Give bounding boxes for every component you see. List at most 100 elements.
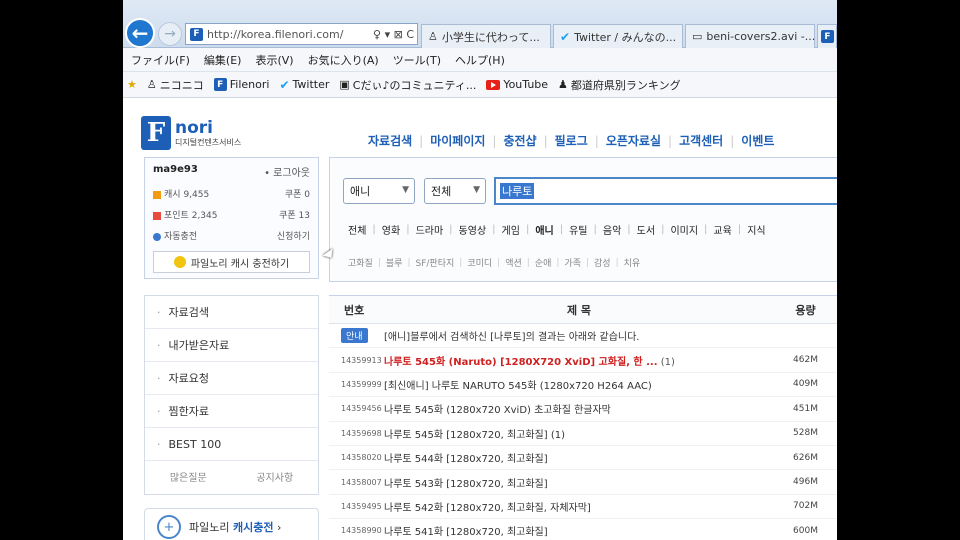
stat-value: 0 — [304, 190, 310, 200]
cash-charge-banner[interactable]: + 파일노리 캐시충전 › — [144, 508, 319, 540]
subcat[interactable]: 코미디 — [467, 256, 492, 269]
subcat[interactable]: 고화질 — [348, 256, 373, 269]
coin-icon — [173, 256, 186, 268]
side-item-downloads[interactable]: · 내가받은자료 — [145, 329, 318, 362]
row-title[interactable]: 나루토 544화 [1280x720, 최고화질] — [384, 454, 548, 465]
favorite-community[interactable]: ▣ Cだぃ♪のコミュニティ... — [339, 77, 476, 93]
category-select[interactable]: 애니 ▼ — [343, 178, 415, 204]
row-title[interactable]: 나루토 545화 (1280x720 XviD) 초고화질 한글자막 — [384, 405, 611, 416]
cat-util[interactable]: 유틸 — [569, 222, 587, 237]
side-item-search[interactable]: · 자료검색 — [145, 296, 318, 329]
nav-customer-center[interactable]: 고객센터 — [679, 132, 723, 149]
menu-edit[interactable]: 編集(E) — [204, 52, 242, 68]
nav-open-archive[interactable]: 오픈자료실 — [606, 132, 661, 149]
favorite-niconico[interactable]: ♙ ニコニコ — [147, 77, 204, 93]
table-row[interactable]: 14359913 나루토 545화 (Naruto) [1280X720 Xvi… — [329, 348, 837, 373]
nav-event[interactable]: 이벤트 — [741, 132, 774, 149]
cat-all[interactable]: 전체 — [348, 222, 366, 237]
stat-label: 쿠폰 — [279, 211, 296, 221]
scope-select[interactable]: 전체 ▼ — [424, 178, 486, 204]
cat-book[interactable]: 도서 — [637, 222, 655, 237]
forward-arrow-icon[interactable]: → — [158, 22, 182, 46]
table-row[interactable]: 14359999 [최신애니] 나루토 NARUTO 545화 (1280x72… — [329, 373, 837, 398]
subcat[interactable]: 가족 — [564, 256, 581, 269]
subcat[interactable]: 액션 — [505, 256, 522, 269]
stat-label: 자동충전 — [164, 232, 198, 242]
nav-search[interactable]: 자료검색 — [368, 132, 412, 149]
favorite-twitter[interactable]: ✔ Twitter — [279, 78, 329, 92]
menu-favorites[interactable]: お気に入り(A) — [308, 52, 379, 68]
pin-icon: ♟ — [558, 78, 568, 91]
side-item-wishlist[interactable]: · 찜한자료 — [145, 395, 318, 428]
cat-knowledge[interactable]: 지식 — [747, 222, 765, 237]
subcat[interactable]: 블루 — [386, 256, 403, 269]
subcat[interactable]: SF/판타지 — [416, 256, 455, 269]
address-bar[interactable]: F http://korea.filenori.com/ ♀ ▾ ⊠ C — [185, 23, 418, 45]
top-navigation: 자료검색 | 마이페이지 | 충전샵 | 필로그 | 오픈자료실 | 고객센터 | 이벤트 — [368, 132, 775, 149]
table-row[interactable]: 14359698 나루토 545화 [1280x720, 최고화질] (1) 5… — [329, 422, 837, 446]
cash-charge-button[interactable]: 파일노리 캐시 충전하기 — [153, 251, 310, 273]
menu-file[interactable]: ファイル(F) — [131, 52, 190, 68]
table-row[interactable]: 14358007 나루토 543화 [1280x720, 최고화질] 496M — [329, 470, 837, 495]
address-url[interactable]: http://korea.filenori.com/ — [207, 28, 369, 41]
row-title[interactable]: 나루토 545화 [1280x720, 최고화질] — [384, 430, 548, 441]
row-title[interactable]: 나루토 543화 [1280x720, 최고화질] — [384, 479, 548, 490]
subcat[interactable]: 감성 — [594, 256, 611, 269]
point-icon — [153, 211, 161, 220]
browser-titlebar: ← → F http://korea.filenori.com/ ♀ ▾ ⊠ C… — [123, 0, 837, 48]
auto-charge-apply-link[interactable]: 신청하기 — [277, 229, 310, 242]
row-title[interactable]: 나루토 545화 (Naruto) [1280X720 XviD] 고화질, 한… — [384, 357, 658, 368]
logout-link[interactable]: • 로그아웃 — [264, 164, 310, 179]
tab-twitter[interactable]: ✔ Twitter / みんなの... — [553, 24, 683, 48]
favorite-youtube[interactable]: YouTube — [486, 78, 548, 91]
row-title[interactable]: 나루토 541화 [1280x720, 최고화질] — [384, 527, 548, 538]
tab-1[interactable]: ♙ 小学生に代わって... — [421, 24, 551, 48]
subcat[interactable]: 순애 — [535, 256, 552, 269]
cash-charge-label: 파일노리 캐시 충전하기 — [190, 258, 290, 270]
side-item-label: 자료검색 — [168, 306, 209, 319]
logo-subtitle: 디지털컨텐츠서비스 — [175, 137, 242, 147]
favorite-ranking[interactable]: ♟ 都道府県別ランキング — [558, 77, 681, 93]
menu-view[interactable]: 表示(V) — [255, 52, 293, 68]
favorite-filenori[interactable]: F Filenori — [213, 78, 269, 91]
tab-3[interactable]: ▭ beni-covers2.avi -... — [685, 24, 815, 48]
cat-game[interactable]: 게임 — [502, 222, 520, 237]
row-title[interactable]: 나루토 542화 [1280x720, 최고화질, 자체자막] — [384, 503, 591, 514]
results-table: 번호 제 목 용량 안내 [애니]블루에서 검색하신 [나루토]의 결과는 아래… — [329, 295, 837, 540]
nav-charge-shop[interactable]: 충전샵 — [503, 132, 536, 149]
menu-tools[interactable]: ツール(T) — [393, 52, 441, 68]
back-arrow-icon[interactable]: ← — [125, 18, 155, 48]
table-row[interactable]: 14359456 나루토 545화 (1280x720 XviD) 초고화질 한… — [329, 397, 837, 422]
side-item-label: 내가받은자료 — [168, 339, 230, 352]
charge-banner-label: 파일노리 — [189, 521, 233, 534]
filenori-favicon-icon: F — [213, 78, 227, 91]
cat-anime[interactable]: 애니 — [535, 222, 553, 237]
side-item-best100[interactable]: · BEST 100 — [145, 428, 318, 461]
table-row[interactable]: 14358990 나루토 541화 [1280x720, 최고화질] 600M — [329, 519, 837, 540]
cat-music[interactable]: 음악 — [603, 222, 621, 237]
cat-education[interactable]: 교육 — [713, 222, 731, 237]
side-item-request[interactable]: · 자료요청 — [145, 362, 318, 395]
faq-link[interactable]: 많은질문 — [170, 469, 207, 484]
address-controls[interactable]: ♀ ▾ ⊠ C — [373, 28, 417, 41]
cat-video[interactable]: 동영상 — [459, 222, 487, 237]
row-title[interactable]: [최신애니] 나루토 NARUTO 545화 (1280x720 H264 AA… — [384, 381, 652, 392]
cat-image[interactable]: 이미지 — [670, 222, 698, 237]
filenori-favicon-icon: F — [190, 27, 203, 41]
row-size: 528M — [793, 428, 818, 439]
side-item-label: BEST 100 — [168, 437, 222, 451]
cat-movie[interactable]: 영화 — [382, 222, 400, 237]
search-input[interactable]: 나루토 — [494, 177, 837, 205]
row-num: 14359456 — [341, 404, 382, 414]
menu-help[interactable]: ヘルプ(H) — [455, 52, 505, 68]
table-row[interactable]: 14358020 나루토 544화 [1280x720, 최고화질] 626M — [329, 446, 837, 471]
nav-filog[interactable]: 필로그 — [555, 132, 588, 149]
side-item-label: 찜한자료 — [168, 405, 209, 418]
table-row[interactable]: 14359495 나루토 542화 [1280x720, 최고화질, 자체자막]… — [329, 495, 837, 520]
nav-mypage[interactable]: 마이페이지 — [430, 132, 485, 149]
subcat[interactable]: 치유 — [624, 256, 641, 269]
filenori-logo[interactable]: F nori 디지털컨텐츠서비스 — [141, 115, 291, 151]
cat-drama[interactable]: 드라마 — [416, 222, 444, 237]
notice-link[interactable]: 공지사항 — [256, 469, 293, 484]
tab-filenori[interactable]: F — [817, 24, 837, 48]
